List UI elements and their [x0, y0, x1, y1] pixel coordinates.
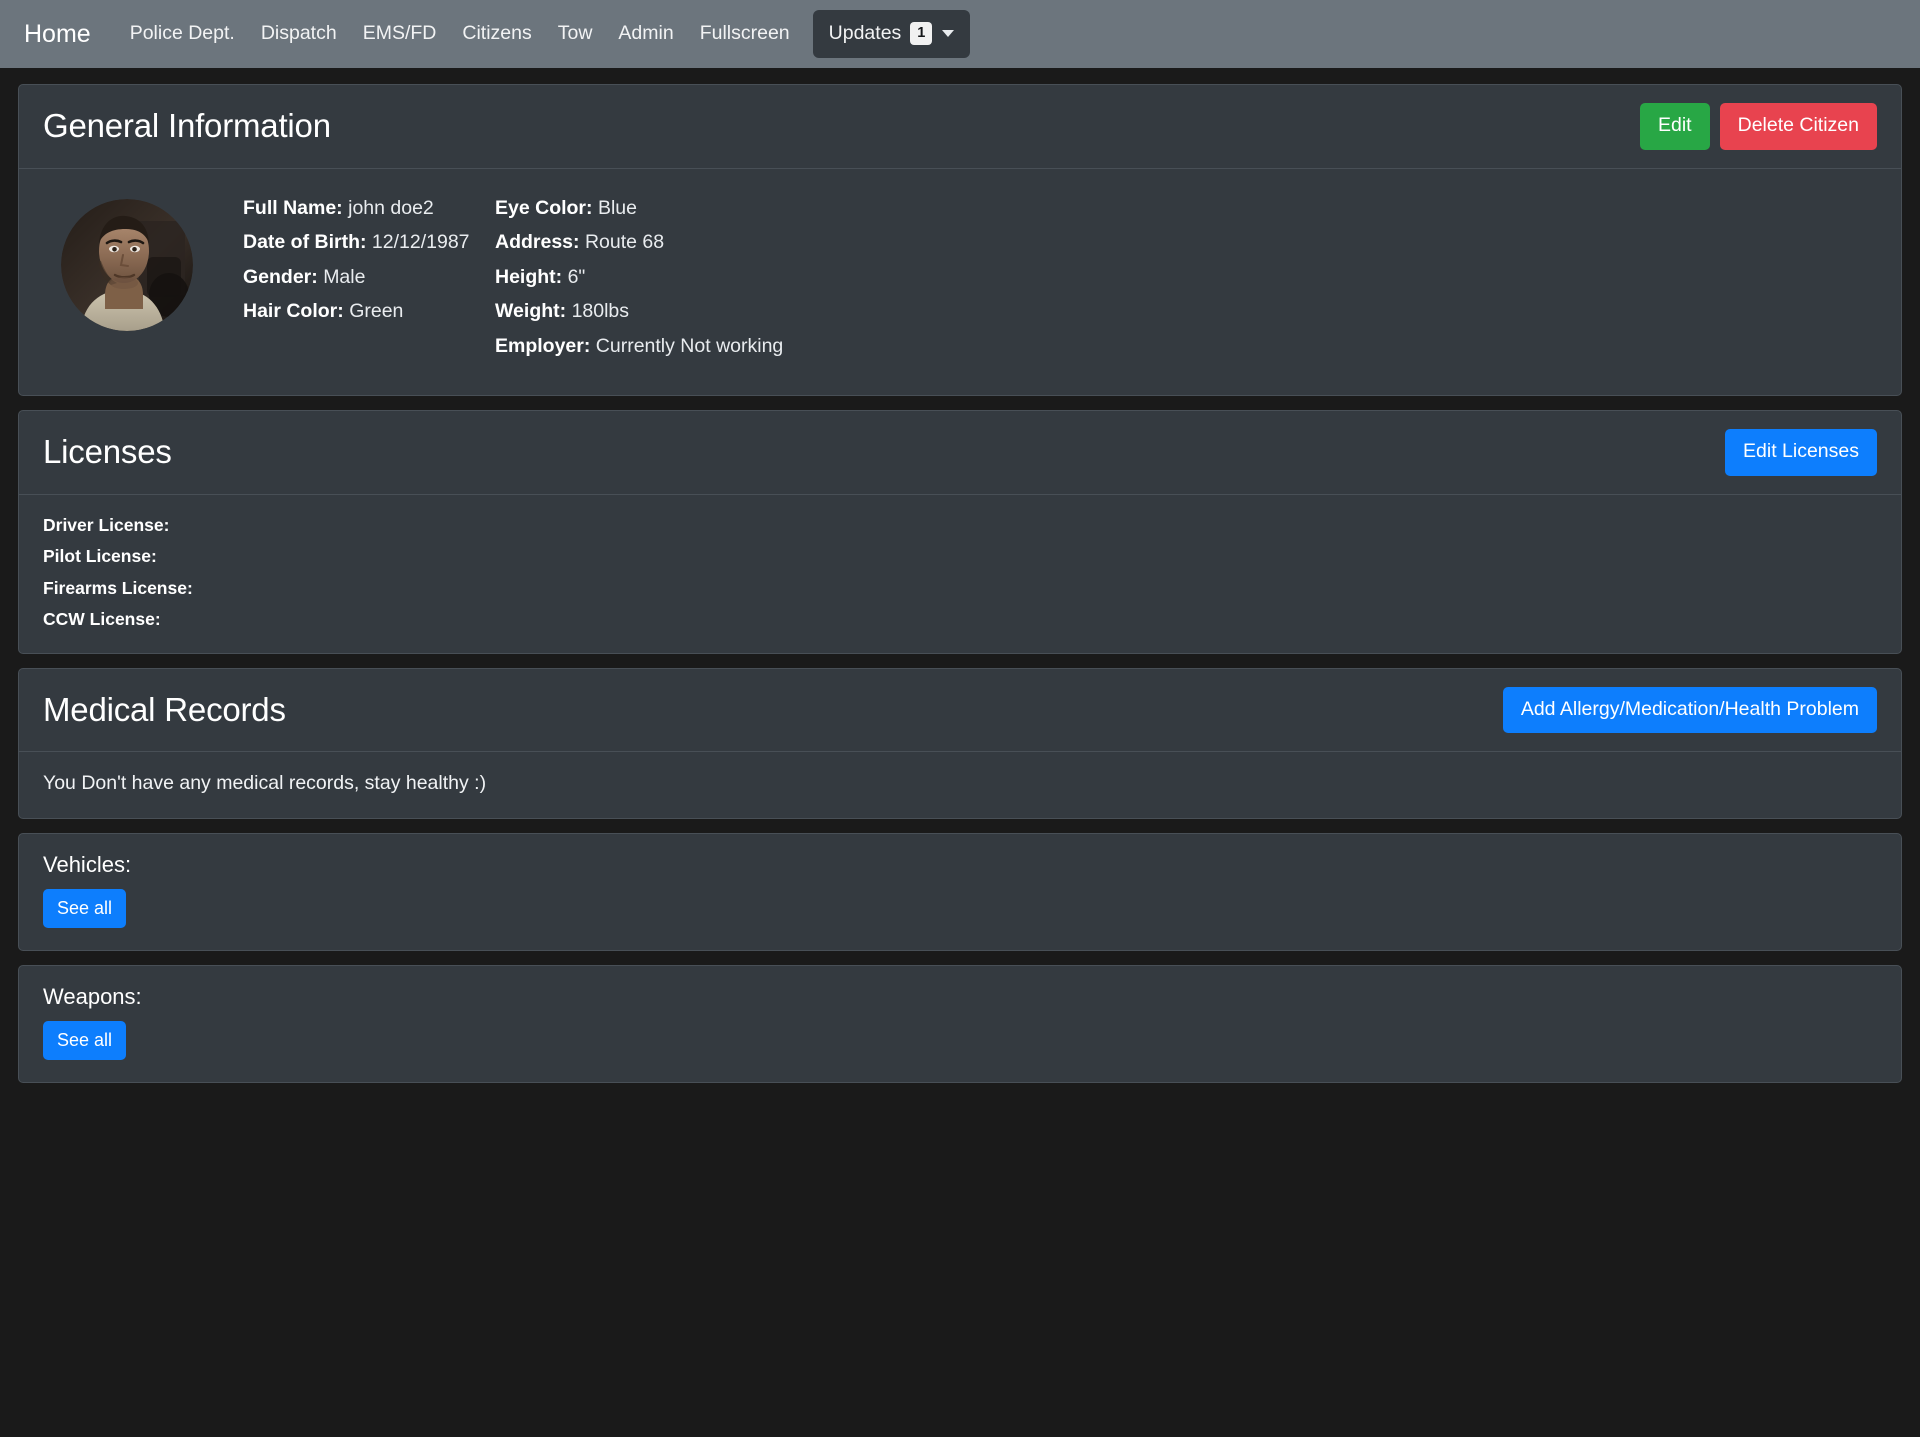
chevron-down-icon	[942, 30, 955, 37]
weapons-title: Weapons:	[43, 983, 142, 1009]
license-driver-label: Driver License:	[43, 514, 170, 535]
general-information-fields: Full Name: john doe2 Date of Birth: 12/1…	[243, 191, 783, 372]
field-full-name: Full Name: john doe2	[243, 196, 495, 234]
field-weight: Weight: 180lbs	[495, 300, 783, 337]
nav-item-ems-fd[interactable]: EMS/FD	[350, 14, 450, 54]
field-height-label: Height:	[495, 265, 563, 288]
vehicles-card: Vehicles: See all	[18, 832, 1902, 951]
field-employer-value: Currently Not working	[595, 334, 784, 357]
licenses-title: Licenses	[43, 433, 172, 471]
nav-item-fullscreen[interactable]: Fullscreen	[687, 14, 803, 54]
updates-label: Updates	[828, 21, 902, 44]
field-address: Address: Route 68	[495, 231, 783, 268]
field-gender-label: Gender:	[243, 265, 318, 288]
licenses-body: Driver License: Pilot License: Firearms …	[19, 495, 1901, 653]
field-hair-color-label: Hair Color:	[243, 300, 344, 322]
medical-records-card: Medical Records Add Allergy/Medication/H…	[18, 667, 1902, 819]
nav-brand-home[interactable]: Home	[18, 14, 105, 55]
updates-dropdown[interactable]: Updates 1	[812, 9, 971, 59]
field-eye-color-value: Blue	[597, 196, 637, 219]
field-gender: Gender: Male	[243, 265, 495, 303]
general-info-left-column: Full Name: john doe2 Date of Birth: 12/1…	[243, 196, 495, 372]
general-information-body: Full Name: john doe2 Date of Birth: 12/1…	[19, 169, 1901, 396]
medical-records-header: Medical Records Add Allergy/Medication/H…	[19, 669, 1901, 752]
nav-item-citizens[interactable]: Citizens	[449, 14, 544, 54]
license-firearms: Firearms License:	[43, 577, 1877, 612]
field-full-name-value: john doe2	[348, 196, 434, 219]
vehicles-title: Vehicles:	[43, 851, 132, 877]
general-info-right-column: Eye Color: Blue Address: Route 68 Height…	[495, 196, 784, 372]
field-date-of-birth: Date of Birth: 12/12/1987	[243, 231, 495, 268]
avatar-container	[43, 191, 243, 331]
field-date-of-birth-label: Date of Birth:	[243, 231, 367, 253]
avatar	[61, 198, 193, 331]
license-driver: Driver License:	[43, 514, 1877, 549]
licenses-card: Licenses Edit Licenses Driver License: P…	[18, 410, 1902, 654]
field-height: Height: 6"	[495, 265, 783, 303]
medical-records-actions: Add Allergy/Medication/Health Problem	[1502, 686, 1877, 733]
license-pilot: Pilot License:	[43, 546, 1877, 580]
top-navbar: Home Police Dept. Dispatch EMS/FD Citize…	[0, 0, 1920, 68]
field-weight-label: Weight:	[495, 300, 567, 322]
add-medical-record-button[interactable]: Add Allergy/Medication/Health Problem	[1502, 686, 1877, 733]
field-hair-color: Hair Color: Green	[243, 300, 495, 337]
field-hair-color-value: Green	[349, 300, 404, 322]
field-address-label: Address:	[495, 231, 580, 253]
general-information-actions: Edit Delete Citizen	[1640, 103, 1877, 150]
field-eye-color-label: Eye Color:	[495, 196, 593, 219]
field-weight-value: 180lbs	[571, 300, 630, 322]
field-date-of-birth-value: 12/12/1987	[371, 231, 470, 253]
licenses-header: Licenses Edit Licenses	[19, 411, 1901, 495]
page-content: General Information Edit Delete Citizen	[0, 68, 1920, 1083]
nav-item-dispatch[interactable]: Dispatch	[248, 14, 350, 54]
weapons-card: Weapons: See all	[18, 964, 1902, 1083]
field-eye-color: Eye Color: Blue	[495, 196, 783, 234]
edit-licenses-button[interactable]: Edit Licenses	[1725, 429, 1877, 476]
nav-links: Police Dept. Dispatch EMS/FD Citizens To…	[117, 9, 971, 59]
license-ccw: CCW License:	[43, 609, 1877, 629]
license-pilot-label: Pilot License:	[43, 546, 157, 566]
medical-records-empty-text: You Don't have any medical records, stay…	[43, 772, 487, 794]
license-firearms-label: Firearms License:	[43, 577, 193, 598]
edit-button[interactable]: Edit	[1640, 103, 1710, 150]
nav-item-admin[interactable]: Admin	[605, 14, 686, 54]
field-full-name-label: Full Name:	[243, 196, 343, 219]
general-information-card: General Information Edit Delete Citizen	[18, 84, 1902, 396]
weapons-see-all-button[interactable]: See all	[43, 1020, 127, 1060]
field-employer-label: Employer:	[495, 334, 591, 357]
general-information-header: General Information Edit Delete Citizen	[19, 85, 1901, 169]
field-gender-value: Male	[323, 265, 366, 288]
page-title: General Information	[43, 107, 331, 145]
field-employer: Employer: Currently Not working	[495, 334, 784, 372]
field-address-value: Route 68	[584, 231, 665, 253]
updates-badge: 1	[910, 21, 933, 46]
medical-records-title: Medical Records	[43, 690, 286, 728]
nav-item-police-dept[interactable]: Police Dept.	[117, 14, 248, 54]
delete-citizen-button[interactable]: Delete Citizen	[1719, 103, 1877, 150]
nav-item-tow[interactable]: Tow	[545, 14, 606, 54]
field-height-value: 6"	[567, 265, 586, 288]
vehicles-see-all-button[interactable]: See all	[43, 888, 127, 928]
licenses-actions: Edit Licenses	[1725, 429, 1877, 476]
medical-records-body: You Don't have any medical records, stay…	[19, 752, 1901, 818]
license-ccw-label: CCW License:	[43, 609, 161, 629]
